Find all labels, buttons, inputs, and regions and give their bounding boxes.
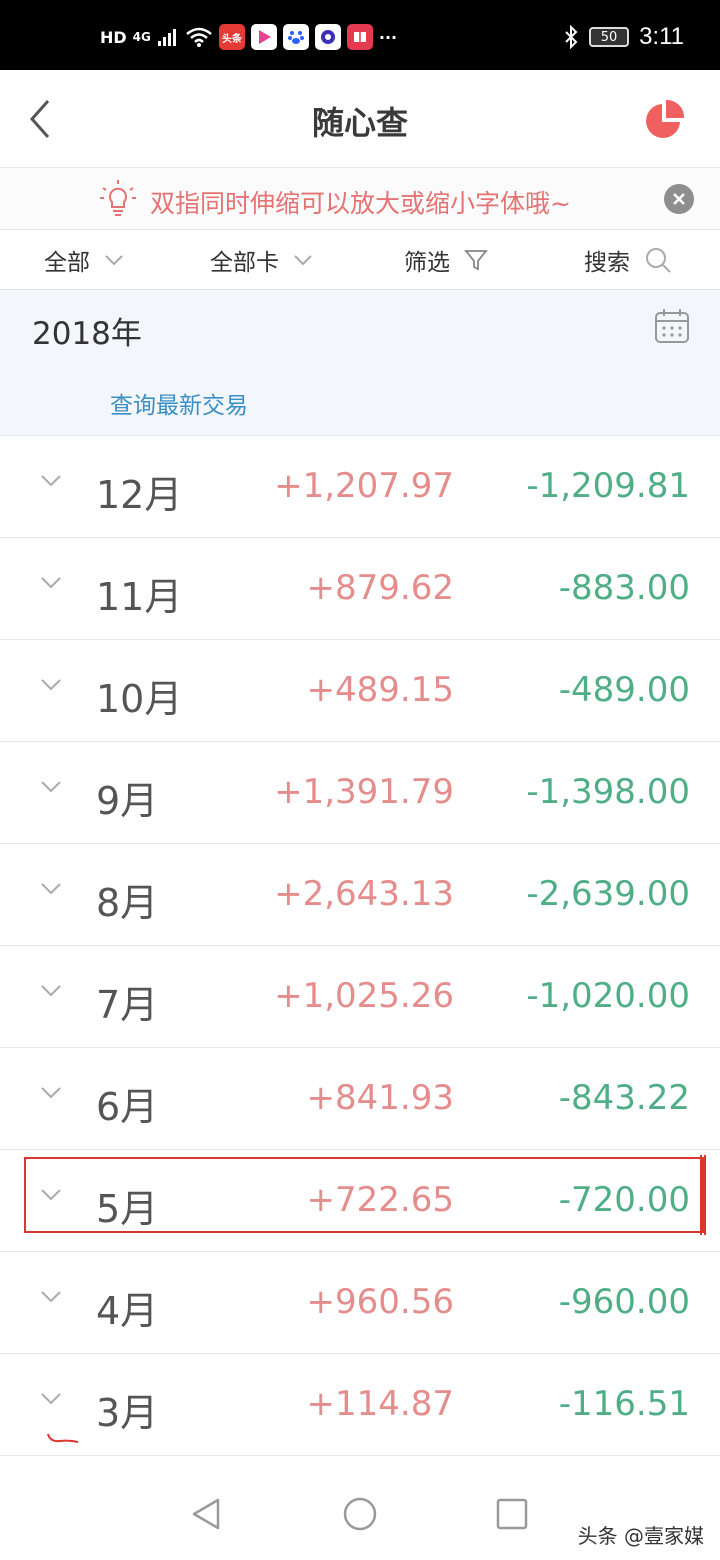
toutiao-app-icon: 头条 bbox=[218, 24, 245, 50]
red-underline-mark bbox=[47, 1433, 79, 1443]
month-row-12[interactable]: 12月 +1,207.97 -1,209.81 bbox=[0, 436, 720, 538]
page-title: 随心查 bbox=[311, 104, 408, 142]
book-app-icon bbox=[346, 24, 373, 50]
month-row-4[interactable]: 4月 +960.56 -960.00 bbox=[0, 1252, 720, 1354]
month-list: 12月 +1,207.97 -1,209.81 11月 +879.62 -883… bbox=[0, 436, 720, 1456]
month-income: +1,025.26 bbox=[274, 976, 454, 1016]
month-expense: -1,398.00 bbox=[526, 772, 690, 812]
month-income: +960.56 bbox=[306, 1282, 454, 1322]
circle-app-icon bbox=[314, 24, 341, 50]
bluetooth-icon bbox=[565, 25, 578, 49]
month-label: 9月 bbox=[96, 779, 159, 823]
title-bar: 随心查 bbox=[0, 70, 720, 168]
baidu-paw-icon bbox=[282, 24, 309, 50]
year-section: 2018年 查询最新交易 bbox=[0, 290, 720, 436]
month-label: 12月 bbox=[96, 473, 183, 517]
statistics-button[interactable] bbox=[642, 96, 688, 142]
chevron-down-icon bbox=[41, 1189, 61, 1201]
month-label: 6月 bbox=[96, 1085, 159, 1129]
filter-cards-dropdown[interactable]: 全部卡 bbox=[210, 244, 313, 276]
month-label: 10月 bbox=[96, 677, 183, 721]
month-label: 7月 bbox=[96, 983, 159, 1027]
month-row-11[interactable]: 11月 +879.62 -883.00 bbox=[0, 538, 720, 640]
filter-button[interactable]: 筛选 bbox=[404, 244, 488, 276]
signal-icon bbox=[157, 29, 176, 46]
lightbulb-icon bbox=[100, 180, 136, 216]
month-expense: -1,209.81 bbox=[526, 466, 690, 506]
back-triangle-icon[interactable] bbox=[188, 1496, 224, 1532]
month-label: 8月 bbox=[96, 881, 159, 925]
tip-text: 双指同时伸缩可以放大或缩小字体哦~ bbox=[150, 189, 571, 218]
chevron-down-icon bbox=[41, 781, 61, 793]
chevron-down-icon bbox=[105, 255, 123, 266]
recents-square-icon[interactable] bbox=[494, 1496, 530, 1532]
month-income: +841.93 bbox=[306, 1078, 454, 1118]
search-label: 搜索 bbox=[584, 250, 630, 276]
pie-chart-icon bbox=[646, 99, 685, 138]
filter-all-label: 全部 bbox=[44, 250, 90, 276]
battery-icon: 50 bbox=[589, 27, 630, 47]
chevron-down-icon bbox=[41, 985, 61, 997]
month-income: +879.62 bbox=[306, 568, 454, 608]
filter-all-dropdown[interactable]: 全部 bbox=[44, 244, 124, 276]
chevron-down-icon bbox=[41, 577, 61, 589]
home-circle-icon[interactable] bbox=[342, 1496, 378, 1532]
status-bar: HD 4G 头条 ··· 50 3:11 bbox=[0, 0, 720, 70]
tip-close-button[interactable] bbox=[664, 184, 694, 214]
month-row-6[interactable]: 6月 +841.93 -843.22 bbox=[0, 1048, 720, 1150]
month-label: 5月 bbox=[96, 1187, 159, 1231]
month-income: +722.65 bbox=[306, 1180, 454, 1220]
month-expense: -2,639.00 bbox=[526, 874, 690, 914]
status-right: 50 3:11 bbox=[563, 22, 684, 52]
month-label: 4月 bbox=[96, 1289, 159, 1333]
month-row-8[interactable]: 8月 +2,643.13 -2,639.00 bbox=[0, 844, 720, 946]
month-income: +489.15 bbox=[306, 670, 454, 710]
month-row-10[interactable]: 10月 +489.15 -489.00 bbox=[0, 640, 720, 742]
filter-bar: 全部 全部卡 筛选 搜索 bbox=[0, 230, 720, 290]
month-row-7[interactable]: 7月 +1,025.26 -1,020.00 bbox=[0, 946, 720, 1048]
video-app-icon bbox=[250, 24, 277, 50]
clock: 3:11 bbox=[639, 23, 684, 50]
signal-label: 4G bbox=[132, 30, 151, 44]
query-latest-transactions-link[interactable]: 查询最新交易 bbox=[110, 386, 248, 420]
month-row-5[interactable]: 5月 +722.65 -720.00 bbox=[0, 1150, 720, 1252]
month-income: +1,391.79 bbox=[274, 772, 454, 812]
month-expense: -116.51 bbox=[558, 1384, 690, 1424]
filter-cards-label: 全部卡 bbox=[210, 250, 279, 276]
month-expense: -960.00 bbox=[558, 1282, 690, 1322]
chevron-down-icon bbox=[41, 475, 61, 487]
filter-label: 筛选 bbox=[404, 250, 450, 276]
month-income: +1,207.97 bbox=[274, 466, 454, 506]
search-button[interactable]: 搜索 bbox=[584, 244, 672, 276]
month-income: +2,643.13 bbox=[274, 874, 454, 914]
tip-bar: 双指同时伸缩可以放大或缩小字体哦~ bbox=[0, 168, 720, 230]
month-row-9[interactable]: 9月 +1,391.79 -1,398.00 bbox=[0, 742, 720, 844]
month-expense: -883.00 bbox=[558, 568, 690, 608]
calendar-icon[interactable] bbox=[654, 308, 690, 344]
month-expense: -720.00 bbox=[558, 1180, 690, 1220]
search-icon bbox=[646, 248, 671, 273]
close-icon bbox=[673, 193, 685, 205]
watermark: 头条 @壹家媒 bbox=[577, 1524, 704, 1548]
wifi-icon bbox=[186, 27, 212, 47]
hd-label: HD bbox=[100, 27, 127, 47]
funnel-icon bbox=[464, 250, 488, 271]
month-expense: -843.22 bbox=[558, 1078, 690, 1118]
month-expense: -1,020.00 bbox=[526, 976, 690, 1016]
chevron-down-icon bbox=[41, 1087, 61, 1099]
month-row-3[interactable]: 3月 +114.87 -116.51 bbox=[0, 1354, 720, 1456]
chevron-down-icon bbox=[41, 679, 61, 691]
chevron-down-icon bbox=[41, 1393, 61, 1405]
status-left: HD 4G 头条 ··· bbox=[100, 22, 397, 52]
system-nav-bar: 头条 @壹家媒 bbox=[0, 1458, 720, 1560]
month-expense: -489.00 bbox=[558, 670, 690, 710]
chevron-down-icon bbox=[294, 255, 312, 266]
more-notifications: ··· bbox=[378, 27, 398, 47]
month-label: 3月 bbox=[96, 1391, 159, 1435]
month-label: 11月 bbox=[96, 575, 183, 619]
chevron-down-icon bbox=[41, 883, 61, 895]
chevron-down-icon bbox=[41, 1291, 61, 1303]
year-label: 2018年 bbox=[32, 316, 142, 352]
month-income: +114.87 bbox=[306, 1384, 454, 1424]
